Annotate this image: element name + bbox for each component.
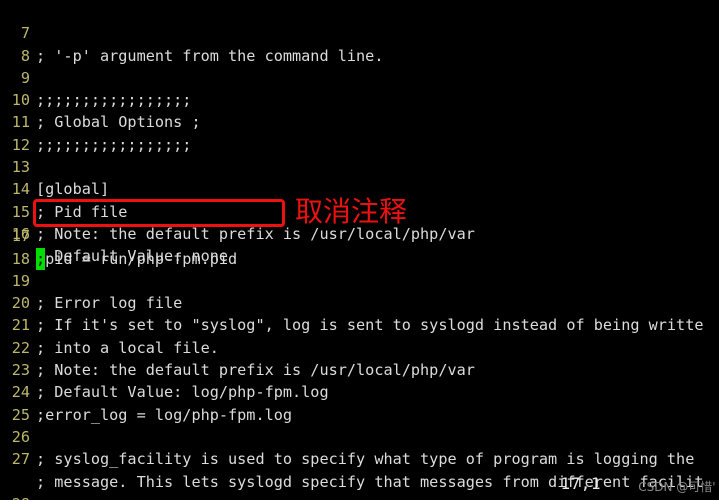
- editor-line[interactable]: 27 ; message. This lets syslogd specify …: [0, 426, 719, 490]
- vim-editor-pane[interactable]: 7 ; '-p' argument from the command line.…: [0, 0, 719, 500]
- editor-line[interactable]: 7 ; '-p' argument from the command line.: [0, 0, 719, 64]
- annotation-text: 取消注释: [295, 195, 408, 228]
- vim-status-bar: 17,1 CSDN @可惜' 5: [0, 470, 719, 500]
- editor-line[interactable]: 8: [0, 22, 719, 65]
- editor-line[interactable]: 21 ; into a local file.: [0, 292, 719, 356]
- editor-line[interactable]: 23 ; Default Value: log/php-fpm.log: [0, 337, 719, 401]
- editor-line[interactable]: 19 ; Error log file: [0, 248, 719, 312]
- editor-line[interactable]: 22 ; Note: the default prefix is /usr/lo…: [0, 315, 719, 379]
- editor-line[interactable]: 11 ;;;;;;;;;;;;;;;;;: [0, 89, 719, 153]
- cursor-position-indicator: 17,1: [560, 474, 601, 493]
- editor-line-wrap-continuation[interactable]: s: [0, 448, 719, 500]
- editor-line[interactable]: 10 ; Global Options ;: [0, 67, 719, 131]
- editor-line[interactable]: 18: [0, 225, 719, 268]
- editor-line[interactable]: 24 ;error_log = log/php-fpm.log: [0, 359, 719, 423]
- editor-line[interactable]: 25: [0, 381, 719, 424]
- editor-line[interactable]: 12: [0, 112, 719, 154]
- editor-line[interactable]: 20 ; If it's set to "syslog", log is sen…: [0, 270, 719, 334]
- editor-line[interactable]: 9 ;;;;;;;;;;;;;;;;;: [0, 45, 719, 109]
- csdn-watermark: CSDN @可惜' 5: [638, 480, 719, 494]
- editor-line[interactable]: 26 ; syslog_facility is used to specify …: [0, 404, 719, 468]
- terminal-screen: 7 ; '-p' argument from the command line.…: [0, 0, 719, 500]
- editor-line[interactable]: 13 [global]: [0, 134, 719, 198]
- editor-line[interactable]: 14 ; Pid file: [0, 156, 719, 220]
